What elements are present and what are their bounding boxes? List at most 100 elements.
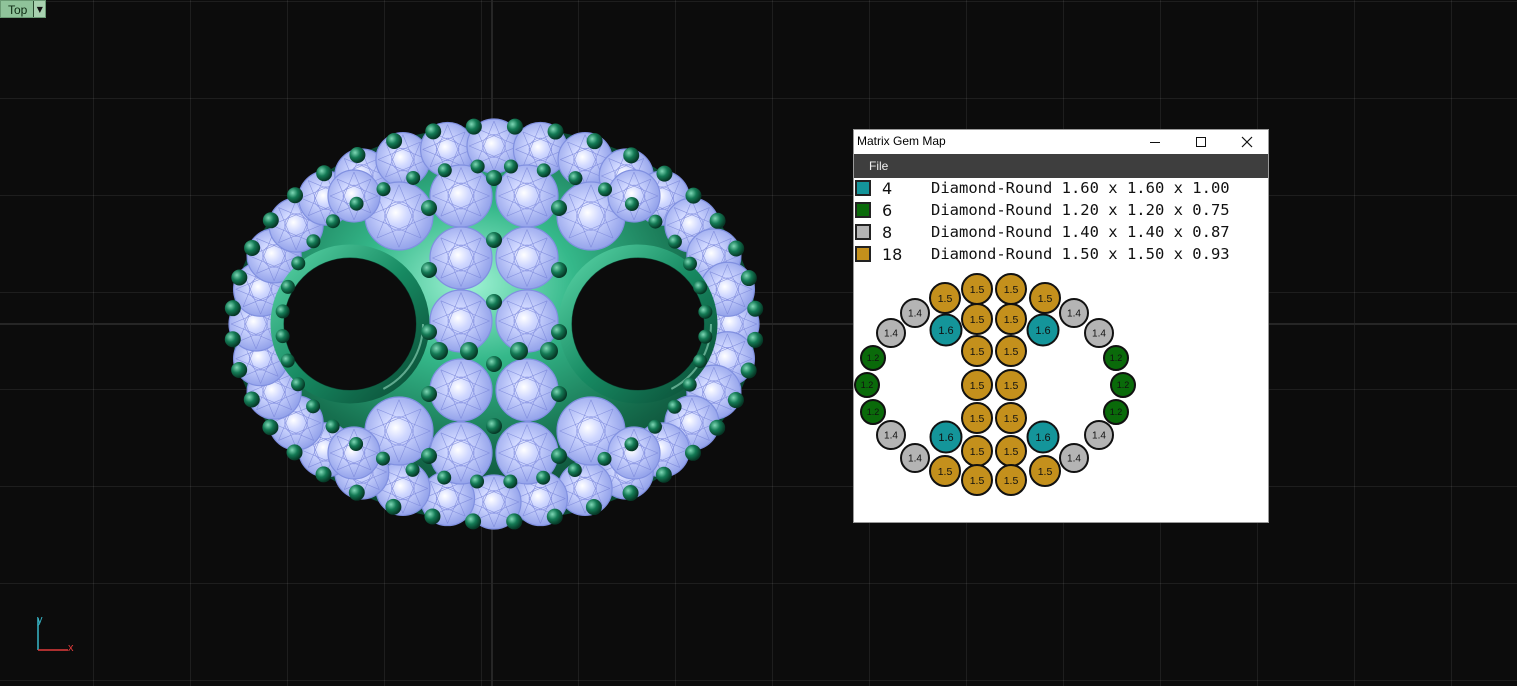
prong-bead: [503, 159, 518, 174]
prong-bead: [503, 474, 518, 489]
gem-size-label: 1.2: [867, 407, 880, 417]
maximize-button[interactable]: [1178, 130, 1224, 154]
gem-map-stone[interactable]: 1.5: [961, 335, 993, 367]
gem-map-stone[interactable]: 1.2: [1103, 345, 1129, 371]
triangle-down-icon[interactable]: ▼: [33, 1, 46, 17]
prong-bead: [280, 353, 295, 368]
close-button[interactable]: [1224, 130, 1270, 154]
gem-map-stone[interactable]: 1.5: [961, 273, 993, 305]
menu-bar: File: [854, 154, 1268, 178]
gem-map-stone[interactable]: 1.4: [1059, 298, 1089, 328]
prong-bead: [567, 463, 582, 478]
gem-map-stone[interactable]: 1.2: [860, 345, 886, 371]
gem-description: Diamond-Round 1.50 x 1.50 x 0.93: [931, 245, 1230, 263]
menu-file[interactable]: File: [854, 159, 888, 173]
prong-bead: [655, 466, 672, 483]
gem-legend: 4 Diamond-Round 1.60 x 1.60 x 1.00 6 Dia…: [854, 178, 1270, 266]
prong-bead: [349, 147, 366, 164]
gem-map-stone[interactable]: 1.5: [995, 335, 1027, 367]
prong-bead: [275, 304, 290, 319]
gem-map-stone[interactable]: 1.4: [1084, 318, 1114, 348]
prong-bead: [506, 513, 523, 530]
gem-count: 4: [882, 179, 893, 198]
gem-map-stone[interactable]: 1.6: [1026, 420, 1060, 454]
viewport-title-tab[interactable]: Top ▼: [0, 0, 47, 18]
gem-map-stone[interactable]: 1.5: [995, 402, 1027, 434]
viewport-title-label: Top: [8, 3, 28, 17]
prong-bead: [682, 256, 697, 271]
finger-hole: [572, 258, 704, 390]
gem-map-stone[interactable]: 1.5: [929, 282, 961, 314]
gem-description: Diamond-Round 1.40 x 1.40 x 0.87: [931, 223, 1230, 241]
prong-bead: [421, 386, 437, 402]
gem-map-stone[interactable]: 1.4: [900, 443, 930, 473]
gem-map-stone[interactable]: 1.2: [860, 399, 886, 425]
prong-bead: [551, 448, 567, 464]
gem-map-diagram[interactable]: 1.5 1.5 1.5 1.5 1.4 1.4 1.4 1.4 1.6 1.5 1.5 1.6 1.5 1…: [854, 268, 1268, 523]
gem-map-stone[interactable]: 1.4: [876, 318, 906, 348]
gem-map-stone[interactable]: 1.5: [961, 369, 993, 401]
ring-model-render[interactable]: [224, 108, 764, 538]
prong-bead: [306, 399, 321, 414]
gem-map-stone[interactable]: 1.2: [1110, 372, 1136, 398]
gem-map-stone[interactable]: 1.2: [854, 372, 880, 398]
prong-bead: [421, 262, 437, 278]
gem-map-window[interactable]: Matrix Gem Map File 4 Diamond-Round 1.60…: [853, 129, 1269, 523]
prong-bead: [486, 170, 502, 186]
prong-bead: [693, 354, 708, 369]
color-swatch: [855, 202, 871, 218]
gem-map-stone[interactable]: 1.5: [1029, 455, 1061, 487]
gem-map-stone[interactable]: 1.5: [1029, 282, 1061, 314]
gem-map-stone[interactable]: 1.5: [961, 402, 993, 434]
gem-size-label: 1.5: [970, 346, 985, 358]
gem-size-label: 1.5: [970, 446, 985, 458]
prong-bead: [624, 197, 639, 212]
gem-map-stone[interactable]: 1.5: [961, 464, 993, 496]
diamond-stone: [429, 226, 493, 290]
prong-bead: [486, 418, 502, 434]
gem-size-label: 1.4: [1092, 431, 1106, 442]
prong-bead: [551, 262, 567, 278]
prong-bead: [747, 300, 764, 317]
prong-bead: [597, 451, 612, 466]
minimize-button[interactable]: [1132, 130, 1178, 154]
gem-map-stone[interactable]: 1.5: [961, 303, 993, 335]
gem-map-stone[interactable]: 1.4: [1059, 443, 1089, 473]
prong-bead: [224, 300, 241, 317]
gem-map-stone[interactable]: 1.5: [995, 464, 1027, 496]
gem-description: Diamond-Round 1.60 x 1.60 x 1.00: [931, 179, 1230, 197]
axes-widget: y x: [30, 612, 80, 660]
prong-bead: [656, 165, 673, 182]
prong-bead: [667, 399, 682, 414]
gem-map-stone[interactable]: 1.5: [929, 455, 961, 487]
gem-map-stone[interactable]: 1.2: [1103, 399, 1129, 425]
prong-bead: [470, 474, 485, 489]
prong-bead: [709, 419, 726, 436]
gem-map-stone[interactable]: 1.6: [929, 420, 963, 454]
gem-map-stone[interactable]: 1.5: [961, 435, 993, 467]
prong-bead: [486, 232, 502, 248]
prong-bead: [325, 419, 340, 434]
title-bar[interactable]: Matrix Gem Map: [854, 130, 1268, 154]
top-viewport[interactable]: Top ▼ y x: [0, 0, 1517, 686]
gem-size-label: 1.5: [938, 293, 953, 305]
diamond-stone: [607, 169, 661, 223]
prong-bead: [386, 132, 403, 149]
gem-map-stone[interactable]: 1.5: [995, 273, 1027, 305]
gem-map-stone[interactable]: 1.4: [900, 298, 930, 328]
prong-bead: [486, 294, 502, 310]
prong-bead: [486, 356, 502, 372]
gem-size-label: 1.5: [970, 475, 985, 487]
prong-bead: [470, 159, 485, 174]
gem-map-stone[interactable]: 1.4: [1084, 420, 1114, 450]
prong-bead: [709, 212, 726, 229]
prong-bead: [306, 234, 321, 249]
gem-map-stone[interactable]: 1.6: [929, 313, 963, 347]
gem-size-label: 1.5: [1038, 293, 1053, 305]
gem-map-stone[interactable]: 1.5: [995, 369, 1027, 401]
legend-row: 4 Diamond-Round 1.60 x 1.60 x 1.00: [854, 178, 1270, 200]
gem-map-stone[interactable]: 1.4: [876, 420, 906, 450]
gem-map-stone[interactable]: 1.6: [1026, 313, 1060, 347]
gem-map-stone[interactable]: 1.5: [995, 435, 1027, 467]
gem-map-stone[interactable]: 1.5: [995, 303, 1027, 335]
